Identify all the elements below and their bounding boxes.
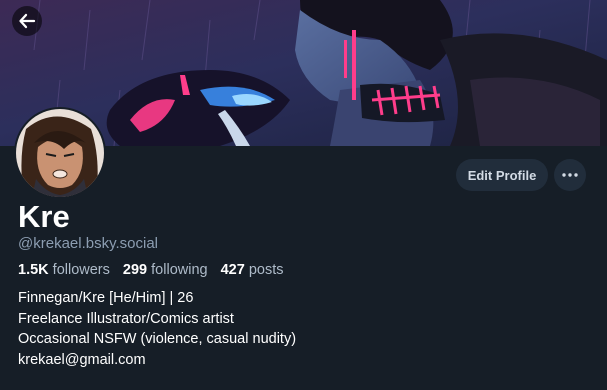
following-count: 299 [122,262,148,278]
following-label: following [151,262,208,278]
profile-page: Edit Profile Kre @krekael.bsky.social 1.… [0,0,607,390]
display-name: Kre [18,199,70,234]
bio-line: Freelance Illustrator/Comics artist [18,310,234,327]
bio-line: Occasional NSFW (violence, casual nudity… [18,331,297,347]
profile-bio: Finnegan/Kre [He/Him] | 26 Freelance Ill… [18,288,296,370]
posts-count: 427 [220,262,245,278]
edit-profile-button[interactable]: Edit Profile [456,159,548,191]
profile-stats: 1.5K followers 299 following 427 posts [18,260,293,280]
back-button[interactable] [12,6,42,36]
profile-handle: @krekael.bsky.social [18,235,158,252]
avatar-image [16,109,104,197]
ellipsis-icon [562,173,578,177]
following-stat[interactable]: 299 following [123,262,208,278]
more-options-button[interactable] [554,159,586,191]
avatar-ring [14,107,106,199]
arrow-left-icon [19,13,36,29]
bio-line: Finnegan/Kre [He/Him] | 26 [18,290,194,306]
posts-label: posts [248,262,284,278]
followers-count: 1.5K [18,262,49,278]
posts-stat: 427 posts [221,262,284,278]
followers-label: followers [52,262,110,278]
avatar[interactable] [16,109,104,197]
bio-email-line: krekael@gmail.com [18,351,146,368]
followers-stat[interactable]: 1.5K followers [18,262,110,278]
